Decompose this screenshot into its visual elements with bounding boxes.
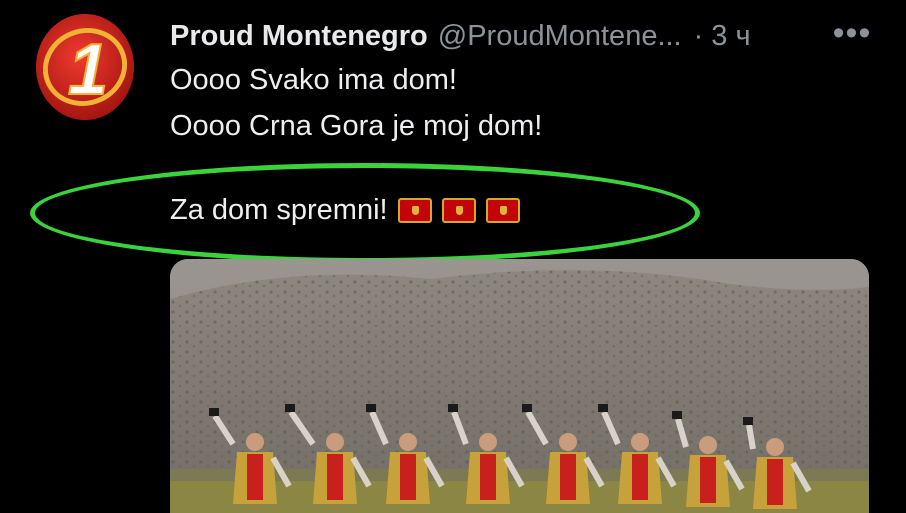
green-highlight-ellipse	[30, 163, 700, 263]
svg-text:1: 1	[68, 30, 108, 110]
avatar[interactable]: 1	[36, 14, 134, 120]
timestamp[interactable]: 3 ч	[711, 18, 750, 54]
display-name[interactable]: Proud Montenegro	[170, 18, 428, 54]
number-one-logo-icon: 1	[36, 14, 134, 120]
separator-dot: ·	[693, 20, 704, 52]
user-handle[interactable]: @ProudMontene...	[438, 18, 682, 54]
tweet-text-line-2: Oooo Crna Gora je moj dom!	[170, 110, 543, 142]
tweet-header: Proud Montenegro @ProudMontene... · 3 ч	[170, 18, 751, 54]
more-options-icon[interactable]: •••	[832, 16, 872, 54]
tweet-media-photo[interactable]	[170, 259, 869, 513]
dancers-photo	[170, 259, 869, 513]
tweet[interactable]: 1 Proud Montenegro @ProudMontene... · 3 …	[0, 0, 906, 513]
tweet-text-line-1: Oooo Svako ima dom!	[170, 64, 457, 96]
